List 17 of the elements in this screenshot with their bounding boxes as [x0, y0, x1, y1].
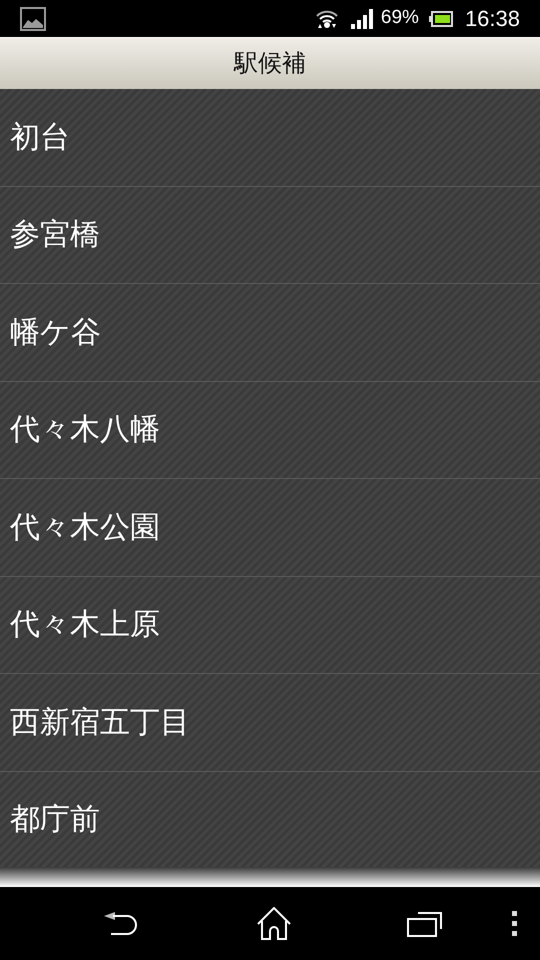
- header-title: 駅候補: [234, 48, 306, 78]
- home-icon[interactable]: [256, 906, 292, 940]
- recent-apps-icon[interactable]: [407, 910, 443, 936]
- station-item[interactable]: 参宮橋: [0, 186, 540, 284]
- back-icon[interactable]: [103, 910, 137, 936]
- station-item[interactable]: 幡ケ谷: [0, 284, 540, 382]
- battery-icon: [428, 10, 453, 26]
- station-item[interactable]: 代々木八幡: [0, 382, 540, 479]
- station-item[interactable]: 代々木公園: [0, 479, 540, 576]
- station-item[interactable]: 初台: [0, 89, 540, 186]
- signal-icon: [350, 8, 375, 30]
- station-item[interactable]: 代々木上原: [0, 576, 540, 674]
- overflow-menu-icon[interactable]: [512, 910, 518, 936]
- clock: 16:38: [464, 5, 520, 33]
- picture-notification-icon: [20, 6, 46, 30]
- station-item[interactable]: 西新宿五丁目: [0, 674, 540, 772]
- battery-percent: 69%: [380, 6, 419, 30]
